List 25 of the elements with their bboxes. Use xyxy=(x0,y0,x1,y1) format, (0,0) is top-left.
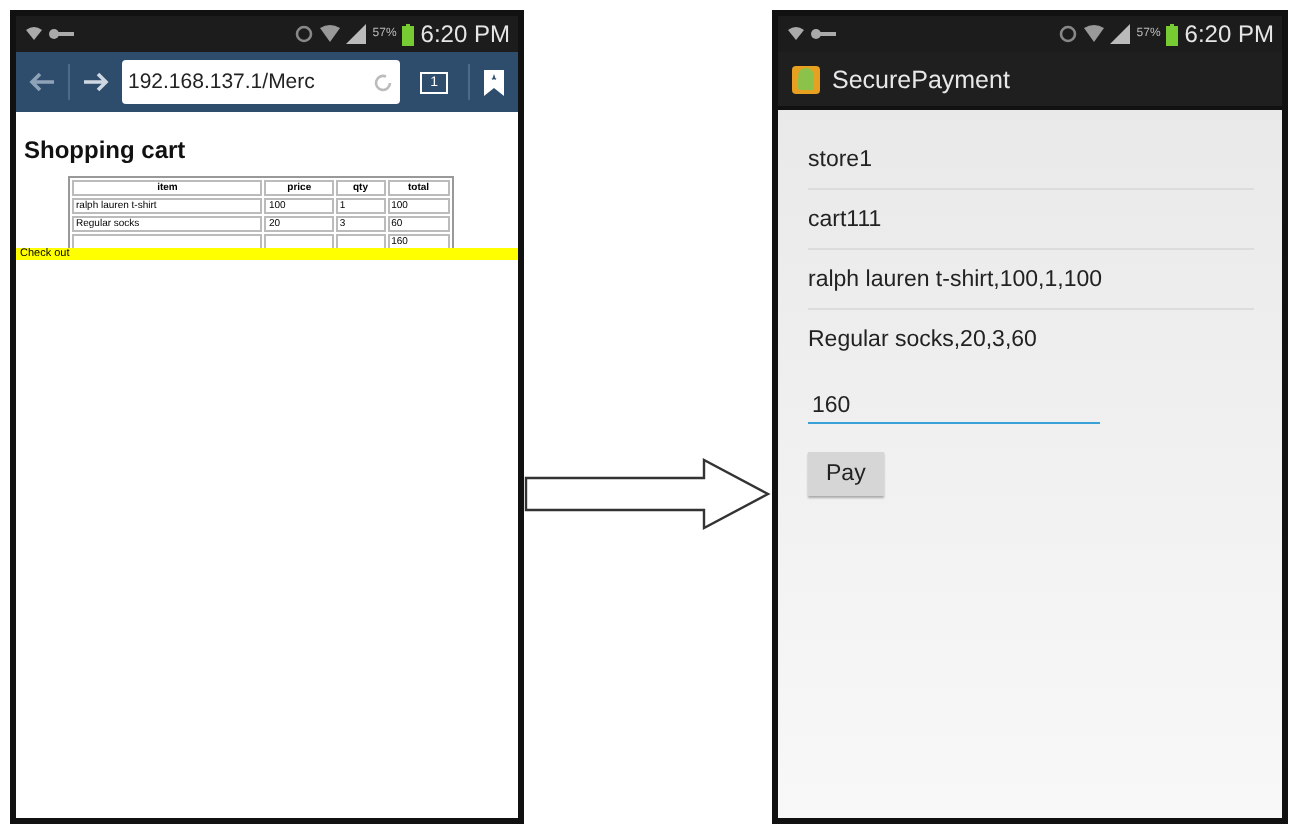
signal-icon xyxy=(346,24,367,44)
list-item: store1 xyxy=(808,130,1254,190)
app-title: SecurePayment xyxy=(832,65,1010,93)
alarm-icon xyxy=(1058,24,1079,44)
amount-field[interactable]: 160 xyxy=(808,390,1100,424)
page-heading: Shopping cart xyxy=(24,136,188,164)
battery-icon xyxy=(1166,23,1179,45)
battery-icon xyxy=(402,23,415,45)
android-icon xyxy=(790,63,822,95)
notification-icon xyxy=(786,24,838,44)
notification-icon xyxy=(24,24,76,44)
clock: 6:20 PM xyxy=(420,20,510,48)
list-item: cart111 xyxy=(808,190,1254,250)
clock: 6:20 PM xyxy=(1184,20,1274,48)
back-icon[interactable] xyxy=(28,72,56,92)
pay-button[interactable]: Pay xyxy=(808,452,884,496)
forward-icon[interactable] xyxy=(82,72,110,92)
signal-icon xyxy=(1110,24,1131,44)
list-item: Regular socks,20,3,60 xyxy=(808,326,1039,356)
wifi-icon xyxy=(320,24,341,44)
bookmark-icon[interactable] xyxy=(482,67,506,97)
alarm-icon xyxy=(294,24,315,44)
list-item: ralph lauren t-shirt,100,1,100 xyxy=(808,250,1254,310)
wifi-icon xyxy=(1084,24,1105,44)
address-bar[interactable]: 192.168.137.1/Merc xyxy=(122,60,401,104)
